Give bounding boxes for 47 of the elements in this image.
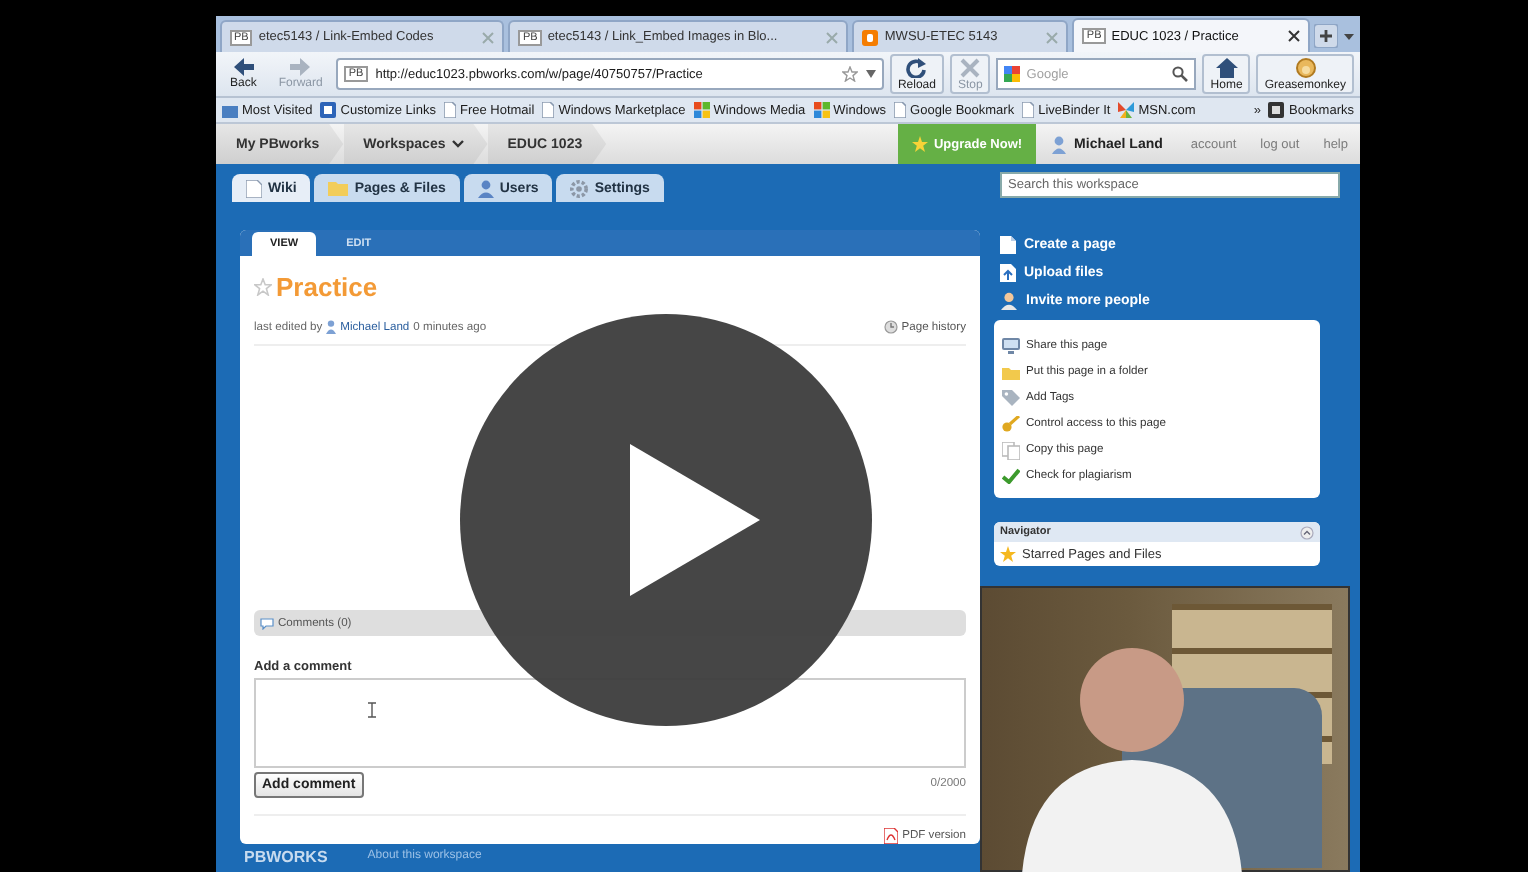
- monitor-icon: [1002, 338, 1020, 354]
- gear-icon: [570, 179, 589, 197]
- windows-flag-icon: [813, 102, 830, 118]
- checkmark-icon: [1002, 468, 1020, 484]
- person-icon: [1000, 291, 1018, 309]
- copy-pages-icon: [1002, 441, 1020, 459]
- clock-icon: [883, 320, 898, 334]
- stop-x-icon: [960, 57, 981, 77]
- play-button-overlay[interactable]: [460, 314, 872, 726]
- search-icon: [1172, 66, 1189, 82]
- page-icon: [246, 179, 262, 197]
- folder-icon: [1002, 365, 1020, 379]
- speech-bubble-icon: [260, 617, 274, 629]
- page-icon: [542, 102, 555, 118]
- new-page-icon: [1000, 235, 1016, 253]
- google-icon: [1004, 66, 1021, 82]
- star-icon: [1000, 546, 1016, 562]
- back-arrow-icon: [233, 58, 254, 76]
- page-title: Practice: [276, 272, 378, 302]
- star-icon: [911, 136, 928, 152]
- forward-arrow-icon: [290, 58, 311, 76]
- user-icon: [326, 320, 337, 334]
- square-icon: [320, 102, 337, 118]
- bookmarks-folder-icon: [1268, 102, 1285, 118]
- tags-icon: [1002, 390, 1020, 406]
- user-icon: [1052, 135, 1067, 153]
- new-tab-plus-icon[interactable]: [1314, 24, 1339, 48]
- pbworks-logo: PBWORKS: [244, 847, 328, 865]
- close-icon[interactable]: [1288, 30, 1301, 42]
- collapse-icon[interactable]: [1300, 525, 1314, 539]
- play-icon: [460, 314, 872, 726]
- page-icon: [443, 102, 456, 118]
- key-icon: [1002, 416, 1020, 432]
- text-cursor-icon: [368, 702, 376, 718]
- house-icon: [1215, 57, 1238, 77]
- page-icon: [1022, 102, 1035, 118]
- page-icon: [894, 102, 907, 118]
- person-icon: [477, 179, 494, 197]
- star-outline-icon[interactable]: [254, 278, 272, 296]
- star-outline-icon[interactable]: [841, 66, 858, 82]
- butterfly-icon: [1118, 102, 1135, 118]
- dropdown-caret-icon[interactable]: [865, 70, 876, 78]
- folder-icon: [222, 103, 238, 117]
- folder-icon: [328, 180, 349, 196]
- reload-icon: [906, 57, 927, 77]
- windows-flag-icon: [693, 102, 710, 118]
- page-upload-icon: [1000, 263, 1016, 281]
